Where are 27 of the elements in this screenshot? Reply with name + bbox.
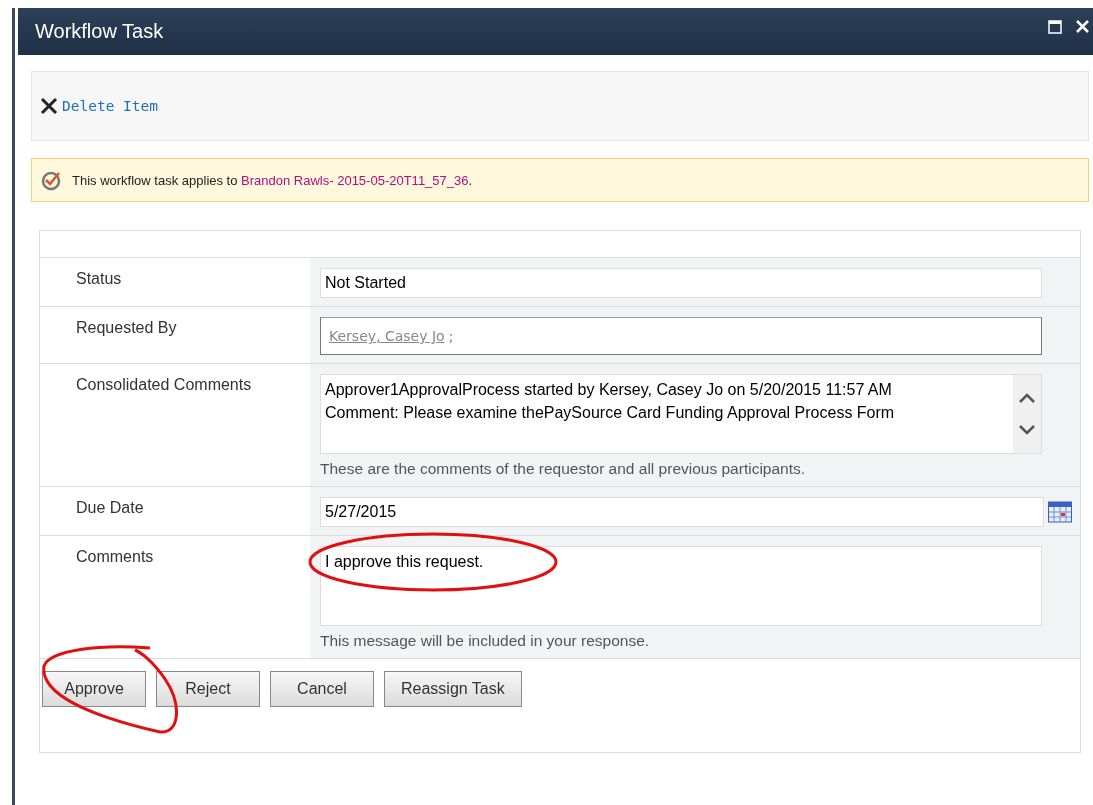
maximize-icon[interactable] — [1048, 20, 1062, 34]
form-button[interactable]: Cancel — [270, 671, 374, 707]
delete-item-link[interactable]: Delete Item — [40, 97, 159, 115]
scroll-up-icon[interactable] — [1018, 392, 1036, 404]
form-button[interactable]: Reassign Task — [384, 671, 522, 707]
form-button[interactable]: Reject — [156, 671, 260, 707]
field-label: Due Date — [76, 499, 144, 516]
field-label: Comments — [76, 548, 154, 565]
task-check-icon — [40, 169, 62, 191]
form-button[interactable]: Approve — [42, 671, 146, 707]
window-title: Workflow Task — [35, 20, 164, 43]
comments-field[interactable]: I approve this request. — [320, 546, 1042, 626]
info-message: This workflow task applies to Brandon Rawls- 2015-05-20T11_57_36. — [72, 172, 473, 188]
close-icon[interactable] — [1076, 20, 1089, 33]
field-label: Requested By — [76, 319, 177, 336]
people-picker-field[interactable]: Kersey, Casey Jo ; — [320, 317, 1042, 355]
scroll-down-icon[interactable] — [1018, 424, 1036, 436]
field-label: Consolidated Comments — [76, 376, 252, 393]
workflow-item-link[interactable]: Brandon Rawls- 2015-05-20T11_57_36 — [241, 172, 469, 188]
calendar-icon[interactable] — [1048, 501, 1072, 523]
status-field[interactable]: Not Started — [320, 268, 1042, 298]
delete-icon[interactable] — [40, 97, 58, 115]
comments-history-box: Approver1ApprovalProcess started by Kersey, Casey Jo on 5/20/2015 11:57 AM Comment: Please examine thePaySource Card Funding Approval Process Form — [320, 374, 1042, 454]
field-hint: These are the comments of the requestor and all previous participants. — [320, 460, 807, 478]
date-field[interactable]: 5/27/2015 — [320, 497, 1044, 527]
field-label: Status — [76, 270, 122, 287]
field-hint: This message will be included in your response. — [320, 632, 651, 650]
